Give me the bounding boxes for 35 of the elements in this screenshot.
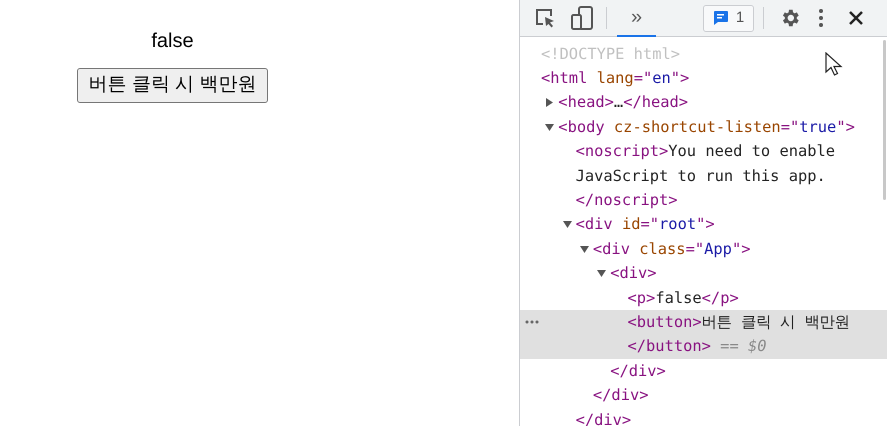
code-line: <html lang="en">: [541, 68, 690, 90]
expanded-triangle-icon[interactable]: [562, 220, 572, 230]
code-line: JavaScript to run this app.: [576, 166, 826, 187]
status-text: false: [151, 29, 194, 53]
issues-count: 1: [736, 8, 744, 28]
code-line: <noscript>You need to enable: [576, 141, 836, 162]
mouse-cursor-icon: [825, 52, 845, 78]
code-line: </noscript>: [576, 190, 678, 211]
collapsed-triangle-icon[interactable]: [545, 98, 554, 108]
code-line: <head>…</head>: [558, 92, 688, 114]
code-line: <p>false</p>: [628, 288, 739, 309]
device-toolbar-icon[interactable]: [571, 6, 593, 30]
code-line: </div>: [592, 385, 648, 406]
more-options-icon[interactable]: [819, 9, 823, 27]
code-line: </button> == $0: [628, 336, 767, 358]
more-dots-icon[interactable]: [525, 320, 539, 324]
scrollbar[interactable]: [883, 40, 886, 200]
million-button[interactable]: 버튼 클릭 시 백만원: [76, 68, 268, 103]
element-picker-icon[interactable]: [534, 7, 556, 29]
more-tabs-tab[interactable]: »: [617, 0, 656, 36]
code-line: <div class="App">: [592, 238, 750, 260]
code-line: <div>: [610, 263, 657, 284]
code-line: <body cz-shortcut-listen="true">: [558, 116, 855, 138]
code-line: <div id="root">: [576, 214, 715, 236]
selected-element-row[interactable]: <button>버튼 클릭 시 백만원 </button> == $0: [520, 310, 887, 360]
code-line: <button>버튼 클릭 시 백만원: [628, 312, 850, 333]
code-line: <!DOCTYPE html>: [541, 44, 680, 65]
close-icon[interactable]: [848, 10, 864, 26]
expanded-triangle-icon[interactable]: [580, 244, 589, 254]
code-line: </div>: [610, 360, 666, 382]
expanded-triangle-icon[interactable]: [545, 122, 554, 132]
issues-badge[interactable]: 1: [703, 4, 754, 32]
expanded-triangle-icon[interactable]: [597, 269, 606, 278]
message-icon: [712, 10, 729, 26]
code-line: </div>: [576, 410, 632, 426]
